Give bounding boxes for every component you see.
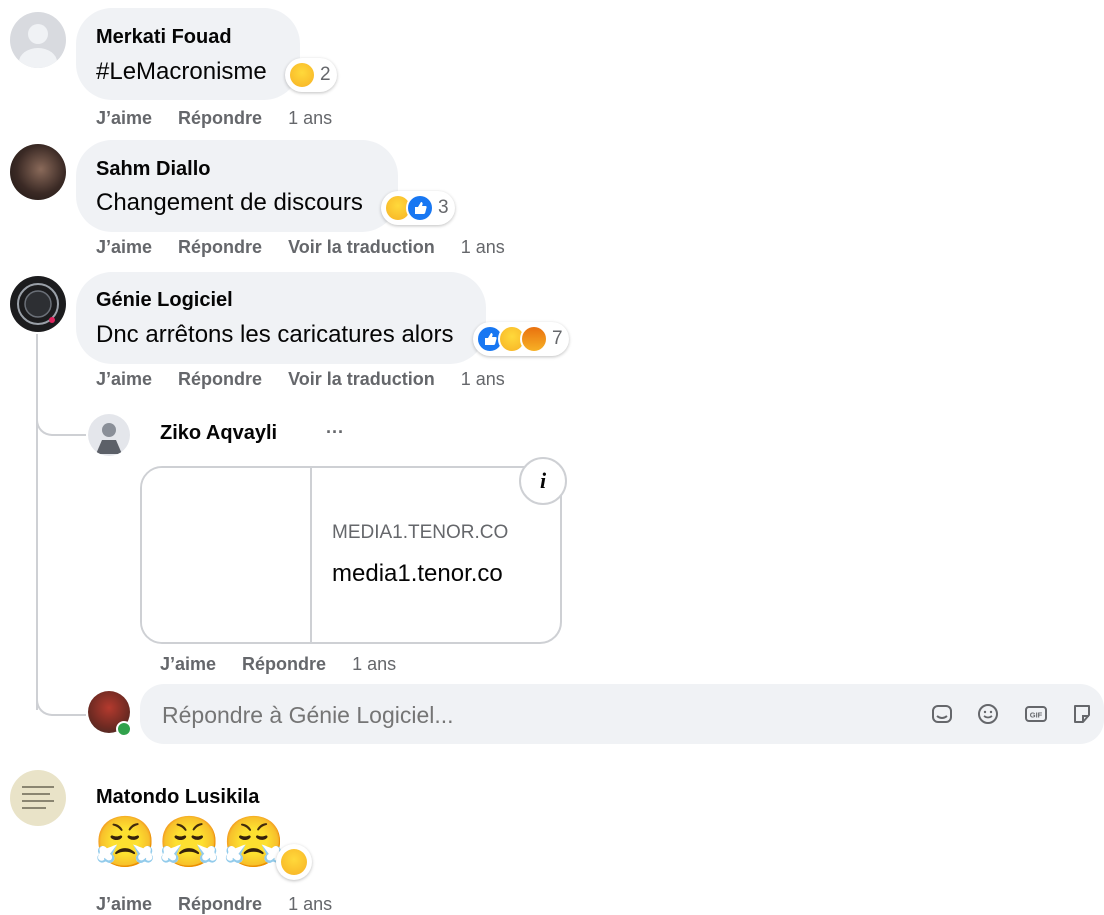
thread-branch	[36, 406, 86, 436]
comment-actions: J’aime Répondre 1 ans	[96, 894, 358, 915]
comment-actions: J’aime Répondre 1 ans	[96, 108, 358, 129]
reply-button[interactable]: Répondre	[178, 108, 262, 128]
comment-author[interactable]: Génie Logiciel	[96, 289, 233, 312]
comment-bubble	[76, 8, 300, 100]
timestamp[interactable]: 1 ans	[288, 894, 332, 914]
like-button[interactable]: J’aime	[96, 894, 152, 914]
haha-reaction-icon	[288, 61, 316, 89]
haha-face-icon	[281, 849, 307, 875]
reply-author[interactable]: Ziko Aqvayli	[160, 422, 277, 445]
thread-branch	[36, 686, 86, 716]
reply-actions: J’aime Répondre 1 ans	[160, 654, 422, 675]
comment-bubble	[76, 272, 486, 364]
avatar[interactable]	[10, 144, 66, 200]
link-thumbnail	[142, 468, 312, 642]
reply-button[interactable]: Répondre	[242, 654, 326, 674]
comment-text: #LeMacronisme	[96, 58, 267, 85]
default-avatar-icon	[19, 24, 57, 68]
comment-text: Changement de discours	[96, 189, 363, 216]
sticker-icon[interactable]	[1070, 702, 1094, 726]
online-status-icon	[116, 721, 132, 737]
comment-actions: J’aime Répondre Voir la traduction 1 ans	[96, 237, 531, 258]
comment-author[interactable]: Sahm Diallo	[96, 158, 210, 181]
svg-text:GIF: GIF	[1030, 711, 1043, 720]
current-user-avatar[interactable]	[88, 691, 132, 737]
link-domain: MEDIA1.TENOR.CO	[332, 522, 509, 543]
circular-logo-icon	[17, 283, 59, 325]
reaction-summary[interactable]: 3	[381, 191, 455, 225]
link-preview-card[interactable]: MEDIA1.TENOR.CO media1.tenor.co	[140, 466, 562, 644]
reaction-count: 3	[438, 197, 449, 218]
text-image-avatar-icon	[22, 786, 54, 809]
person-avatar-icon	[96, 423, 122, 454]
like-button[interactable]: J’aime	[160, 654, 216, 674]
comment-actions: J’aime Répondre Voir la traduction 1 ans	[96, 369, 531, 390]
angry-reaction-icon	[520, 325, 548, 353]
timestamp[interactable]: 1 ans	[461, 237, 505, 257]
avatar[interactable]	[88, 414, 130, 456]
reply-input[interactable]	[160, 696, 884, 734]
haha-reaction-icon[interactable]	[276, 844, 312, 880]
gif-icon[interactable]: GIF	[1024, 702, 1048, 726]
reaction-count: 7	[552, 328, 563, 349]
like-reaction-icon	[406, 194, 434, 222]
avatar[interactable]	[10, 12, 66, 68]
avatar-sticker-icon[interactable]	[930, 702, 954, 726]
link-title: media1.tenor.co	[332, 560, 503, 587]
thread-line	[36, 334, 38, 710]
comment-emoji-text: 😤😤😤	[94, 814, 287, 870]
reaction-summary[interactable]: 7	[473, 322, 569, 356]
avatar[interactable]	[10, 276, 66, 332]
timestamp[interactable]: 1 ans	[461, 369, 505, 389]
like-button[interactable]: J’aime	[96, 369, 152, 389]
reaction-count: 2	[320, 64, 331, 85]
info-button[interactable]: i	[519, 457, 567, 505]
avatar[interactable]	[10, 770, 66, 826]
see-translation-button[interactable]: Voir la traduction	[288, 369, 435, 389]
emoji-icon[interactable]	[976, 702, 1000, 726]
comment-author[interactable]: Matondo Lusikila	[96, 786, 259, 809]
reaction-summary[interactable]: 2	[285, 58, 337, 92]
timestamp[interactable]: 1 ans	[352, 654, 396, 674]
reply-button[interactable]: Répondre	[178, 894, 262, 914]
comment-text: Dnc arrêtons les caricatures alors	[96, 321, 454, 348]
info-icon: i	[539, 468, 547, 493]
see-translation-button[interactable]: Voir la traduction	[288, 237, 435, 257]
reply-button[interactable]: Répondre	[178, 237, 262, 257]
comment-author[interactable]: Merkati Fouad	[96, 26, 232, 49]
like-button[interactable]: J’aime	[96, 108, 152, 128]
more-options-button[interactable]: ···	[326, 422, 344, 443]
timestamp[interactable]: 1 ans	[288, 108, 332, 128]
comment-bubble	[76, 140, 398, 232]
reply-button[interactable]: Répondre	[178, 369, 262, 389]
reply-input-box[interactable]: GIF	[140, 684, 1104, 744]
like-button[interactable]: J’aime	[96, 237, 152, 257]
